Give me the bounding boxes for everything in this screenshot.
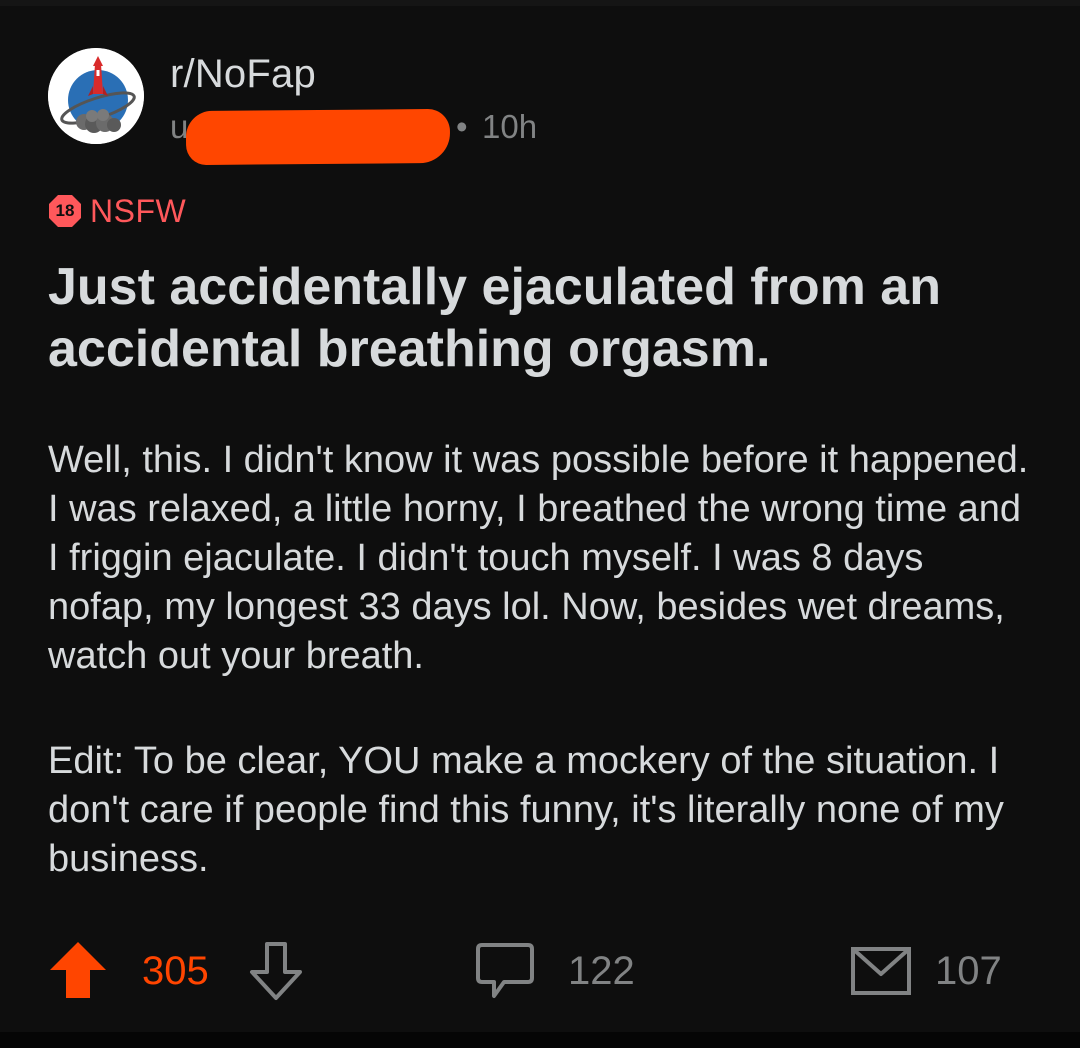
- share-button[interactable]: [850, 946, 912, 996]
- nsfw-badge-text: 18: [55, 201, 75, 220]
- speech-bubble-icon: [476, 943, 534, 998]
- post-meta: u • 10h: [170, 104, 670, 166]
- nsfw-label: NSFW: [90, 192, 187, 229]
- username-redaction: [185, 108, 451, 166]
- share-count: 107: [935, 949, 1002, 993]
- comment-button[interactable]: [474, 940, 536, 1002]
- post-time: 10h: [482, 108, 538, 145]
- vote-score: 305: [142, 949, 209, 993]
- upvote-button[interactable]: [48, 940, 108, 1000]
- nsfw-tag: 18 NSFW: [48, 193, 186, 229]
- post-title[interactable]: Just accidentally ejaculated from an acc…: [48, 256, 1028, 380]
- bottom-divider: [0, 1032, 1080, 1048]
- post-action-bar: 305 122 107: [0, 940, 1080, 1004]
- top-divider: [0, 0, 1080, 6]
- subreddit-rocket-icon: [48, 48, 144, 144]
- post-header: r/NoFap u • 10h: [48, 48, 948, 166]
- arrow-down-icon: [250, 942, 302, 1000]
- octagon-18-icon: 18: [48, 194, 82, 228]
- comment-count: 122: [568, 949, 635, 993]
- post-body-paragraph: Well, this. I didn't know it was possibl…: [48, 439, 1029, 677]
- arrow-up-icon: [50, 942, 106, 998]
- subreddit-name[interactable]: r/NoFap: [170, 52, 316, 97]
- envelope-icon: [851, 947, 911, 995]
- post-body-paragraph: Edit: To be clear, YOU make a mockery of…: [48, 740, 1004, 880]
- subreddit-avatar[interactable]: [48, 48, 144, 144]
- meta-separator: •: [456, 108, 468, 145]
- downvote-button[interactable]: [246, 940, 306, 1002]
